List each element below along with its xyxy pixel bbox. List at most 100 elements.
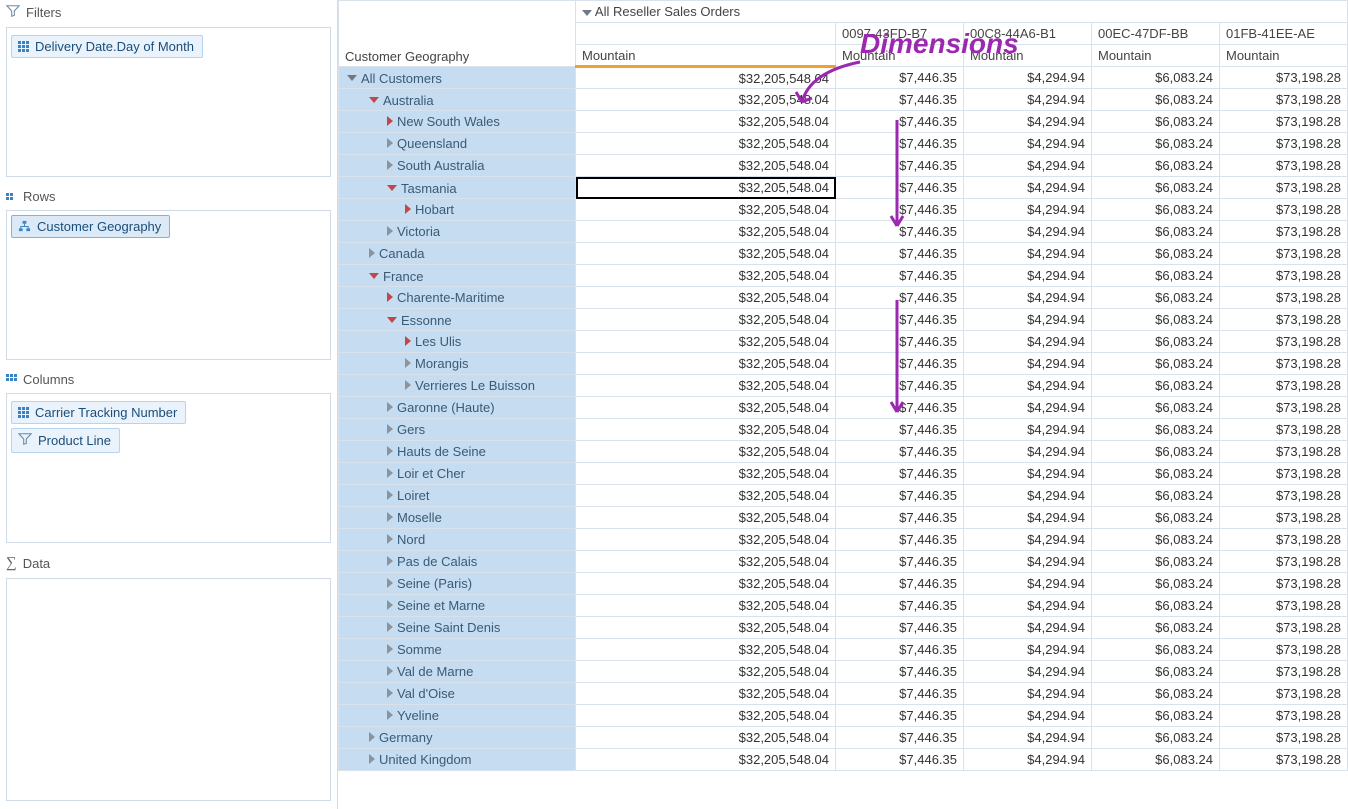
- row-hdr[interactable]: Loir et Cher: [339, 463, 576, 485]
- value-cell[interactable]: $7,446.35: [836, 661, 964, 683]
- value-cell[interactable]: $7,446.35: [836, 133, 964, 155]
- value-cell[interactable]: $32,205,548.04: [576, 265, 836, 287]
- columns-dropzone[interactable]: Carrier Tracking Number Product Line: [6, 393, 331, 543]
- row-hdr[interactable]: Canada: [339, 243, 576, 265]
- value-cell[interactable]: $73,198.28: [1220, 661, 1348, 683]
- value-cell[interactable]: $32,205,548.04: [576, 155, 836, 177]
- value-cell[interactable]: $4,294.94: [964, 485, 1092, 507]
- value-cell[interactable]: $7,446.35: [836, 507, 964, 529]
- row-hdr[interactable]: All Customers: [339, 67, 576, 89]
- value-cell[interactable]: $4,294.94: [964, 507, 1092, 529]
- value-cell[interactable]: $32,205,548.04: [576, 595, 836, 617]
- value-cell[interactable]: $73,198.28: [1220, 133, 1348, 155]
- row-hdr[interactable]: Hauts de Seine: [339, 441, 576, 463]
- value-cell[interactable]: $4,294.94: [964, 419, 1092, 441]
- value-cell[interactable]: $6,083.24: [1092, 551, 1220, 573]
- value-cell[interactable]: $6,083.24: [1092, 199, 1220, 221]
- value-cell[interactable]: $4,294.94: [964, 155, 1092, 177]
- value-cell[interactable]: $32,205,548.04: [576, 639, 836, 661]
- value-cell[interactable]: $73,198.28: [1220, 309, 1348, 331]
- value-cell[interactable]: $32,205,548.04: [576, 67, 836, 89]
- value-cell[interactable]: $7,446.35: [836, 617, 964, 639]
- value-cell[interactable]: $73,198.28: [1220, 265, 1348, 287]
- value-cell[interactable]: $4,294.94: [964, 749, 1092, 771]
- col-hdr-3[interactable]: 01FB-41EE-AE: [1220, 23, 1348, 45]
- value-cell[interactable]: $73,198.28: [1220, 441, 1348, 463]
- rows-dropzone[interactable]: Customer Geography: [6, 210, 331, 360]
- value-cell[interactable]: $7,446.35: [836, 221, 964, 243]
- value-cell[interactable]: $4,294.94: [964, 89, 1092, 111]
- row-hdr[interactable]: Hobart: [339, 199, 576, 221]
- value-cell[interactable]: $6,083.24: [1092, 463, 1220, 485]
- value-cell[interactable]: $4,294.94: [964, 309, 1092, 331]
- col-sub-4[interactable]: Mountain: [1220, 45, 1348, 67]
- col-hdr-2[interactable]: 00EC-47DF-BB: [1092, 23, 1220, 45]
- value-cell[interactable]: $6,083.24: [1092, 353, 1220, 375]
- value-cell[interactable]: $6,083.24: [1092, 661, 1220, 683]
- value-cell[interactable]: $73,198.28: [1220, 155, 1348, 177]
- value-cell[interactable]: $7,446.35: [836, 573, 964, 595]
- value-cell[interactable]: $73,198.28: [1220, 705, 1348, 727]
- value-cell[interactable]: $4,294.94: [964, 221, 1092, 243]
- value-cell[interactable]: $4,294.94: [964, 353, 1092, 375]
- value-cell[interactable]: $6,083.24: [1092, 617, 1220, 639]
- value-cell[interactable]: $32,205,548.04: [576, 177, 836, 199]
- value-cell[interactable]: $6,083.24: [1092, 529, 1220, 551]
- row-hdr[interactable]: Loiret: [339, 485, 576, 507]
- value-cell[interactable]: $32,205,548.04: [576, 397, 836, 419]
- columns-field-carrier-tracking[interactable]: Carrier Tracking Number: [11, 401, 186, 424]
- col-sub-1[interactable]: Mountain: [836, 45, 964, 67]
- value-cell[interactable]: $73,198.28: [1220, 595, 1348, 617]
- value-cell[interactable]: $73,198.28: [1220, 331, 1348, 353]
- row-hdr[interactable]: Somme: [339, 639, 576, 661]
- value-cell[interactable]: $73,198.28: [1220, 573, 1348, 595]
- value-cell[interactable]: $4,294.94: [964, 331, 1092, 353]
- col-hdr-1[interactable]: 00C8-44A6-B1: [964, 23, 1092, 45]
- value-cell[interactable]: $73,198.28: [1220, 463, 1348, 485]
- value-cell[interactable]: $6,083.24: [1092, 155, 1220, 177]
- col-sub-0[interactable]: Mountain: [576, 45, 836, 67]
- value-cell[interactable]: $4,294.94: [964, 111, 1092, 133]
- row-hdr[interactable]: Pas de Calais: [339, 551, 576, 573]
- value-cell[interactable]: $6,083.24: [1092, 133, 1220, 155]
- columns-field-product-line[interactable]: Product Line: [11, 428, 120, 453]
- value-cell[interactable]: $4,294.94: [964, 287, 1092, 309]
- value-cell[interactable]: $73,198.28: [1220, 375, 1348, 397]
- value-cell[interactable]: $32,205,548.04: [576, 727, 836, 749]
- value-cell[interactable]: $7,446.35: [836, 485, 964, 507]
- col-sub-2[interactable]: Mountain: [964, 45, 1092, 67]
- value-cell[interactable]: $32,205,548.04: [576, 309, 836, 331]
- value-cell[interactable]: $73,198.28: [1220, 639, 1348, 661]
- value-cell[interactable]: $7,446.35: [836, 89, 964, 111]
- value-cell[interactable]: $6,083.24: [1092, 243, 1220, 265]
- value-cell[interactable]: $7,446.35: [836, 705, 964, 727]
- value-cell[interactable]: $32,205,548.04: [576, 287, 836, 309]
- value-cell[interactable]: $6,083.24: [1092, 573, 1220, 595]
- row-hdr[interactable]: Verrieres Le Buisson: [339, 375, 576, 397]
- value-cell[interactable]: $32,205,548.04: [576, 507, 836, 529]
- value-cell[interactable]: $32,205,548.04: [576, 199, 836, 221]
- value-cell[interactable]: $73,198.28: [1220, 111, 1348, 133]
- value-cell[interactable]: $32,205,548.04: [576, 551, 836, 573]
- row-hdr[interactable]: Australia: [339, 89, 576, 111]
- value-cell[interactable]: $32,205,548.04: [576, 617, 836, 639]
- value-cell[interactable]: $7,446.35: [836, 309, 964, 331]
- value-cell[interactable]: $4,294.94: [964, 661, 1092, 683]
- row-hdr[interactable]: United Kingdom: [339, 749, 576, 771]
- value-cell[interactable]: $32,205,548.04: [576, 749, 836, 771]
- value-cell[interactable]: $7,446.35: [836, 529, 964, 551]
- row-hdr[interactable]: Morangis: [339, 353, 576, 375]
- row-hdr[interactable]: Nord: [339, 529, 576, 551]
- value-cell[interactable]: $6,083.24: [1092, 287, 1220, 309]
- value-cell[interactable]: $73,198.28: [1220, 419, 1348, 441]
- value-cell[interactable]: $73,198.28: [1220, 287, 1348, 309]
- value-cell[interactable]: $32,205,548.04: [576, 133, 836, 155]
- value-cell[interactable]: $32,205,548.04: [576, 89, 836, 111]
- row-hdr[interactable]: Essonne: [339, 309, 576, 331]
- value-cell[interactable]: $7,446.35: [836, 67, 964, 89]
- value-cell[interactable]: $32,205,548.04: [576, 375, 836, 397]
- row-hdr[interactable]: Germany: [339, 727, 576, 749]
- value-cell[interactable]: $32,205,548.04: [576, 221, 836, 243]
- row-hdr[interactable]: Seine (Paris): [339, 573, 576, 595]
- value-cell[interactable]: $6,083.24: [1092, 419, 1220, 441]
